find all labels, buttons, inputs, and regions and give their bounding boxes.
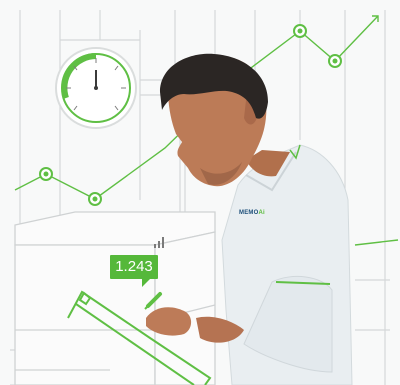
reading-value: 1.243 [115, 258, 153, 275]
reading-value-badge: 1.243 [110, 255, 158, 287]
hero-illustration: 1.243 MEMOAi [0, 0, 400, 385]
logo-text: MEMO [239, 210, 259, 216]
gauge-icon [55, 47, 137, 129]
scene-canvas [0, 0, 400, 385]
storage-box [14, 211, 216, 385]
logo-accent: Ai [258, 210, 265, 216]
signal-bars-icon [152, 236, 166, 248]
shirt-logo: MEMOAi [239, 210, 265, 216]
